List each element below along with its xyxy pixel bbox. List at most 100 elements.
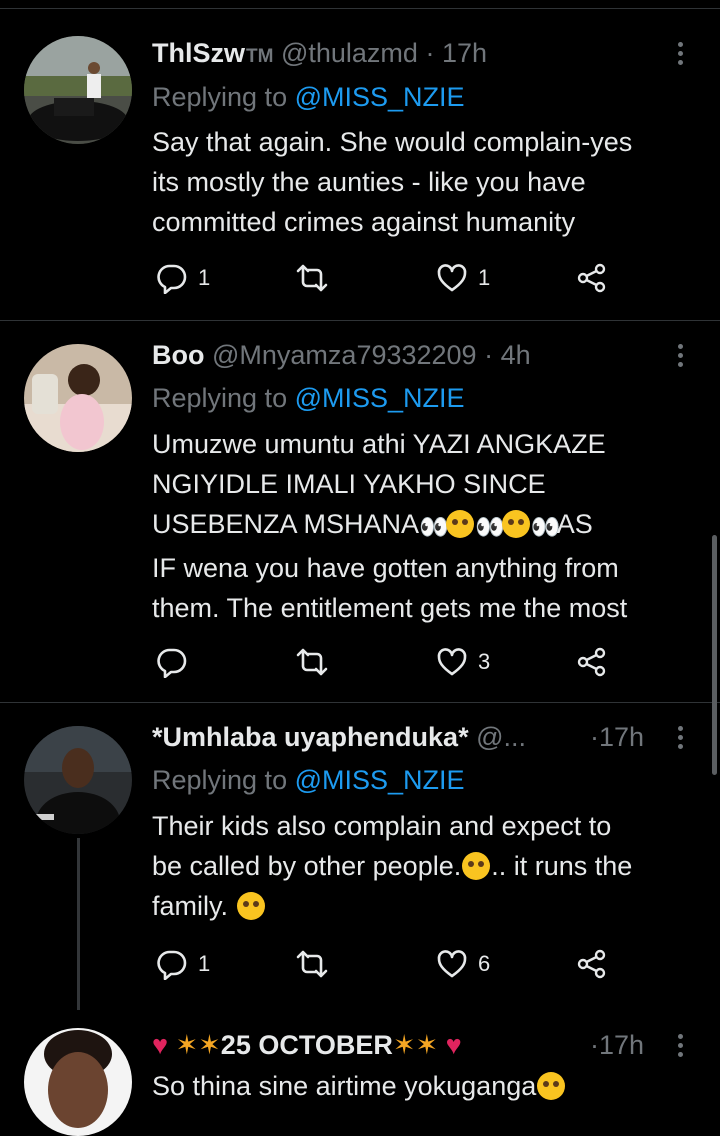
tweet-divider (0, 320, 720, 321)
separator-dot: · (590, 1030, 599, 1060)
replying-to: Replying to @MISS_NZIE (152, 381, 465, 415)
user-handle[interactable]: @Mnyamza79332209 (212, 340, 477, 370)
display-name-text: 25 OCTOBER (220, 1030, 393, 1060)
replying-prefix: Replying to (152, 765, 295, 795)
text-line: family. (152, 886, 702, 926)
timestamp-group: ·17h (590, 1028, 658, 1062)
share-button[interactable] (576, 258, 608, 298)
like-button[interactable]: 3 (436, 642, 490, 682)
retweet-button[interactable] (294, 642, 330, 682)
share-button[interactable] (576, 944, 608, 984)
user-handle[interactable]: @... (476, 722, 526, 752)
more-icon[interactable] (670, 36, 690, 70)
share-button[interactable] (576, 642, 608, 682)
display-name[interactable]: ThlSzw (152, 38, 245, 68)
like-count: 3 (478, 649, 491, 674)
reply-button[interactable] (156, 642, 198, 682)
action-bar: 3 (152, 642, 632, 682)
timestamp[interactable]: 4h (501, 340, 531, 370)
reply-icon (157, 950, 187, 980)
more-icon[interactable] (670, 1028, 690, 1062)
tweet-header: ThlSzwTM @thulazmd · 17h (152, 36, 690, 70)
like-button[interactable]: 6 (436, 944, 490, 984)
retweet-icon (296, 950, 328, 978)
mention-link[interactable]: @MISS_NZIE (295, 82, 465, 112)
like-icon (437, 950, 467, 978)
mention-link[interactable]: @MISS_NZIE (295, 383, 465, 413)
text-segment: family. (152, 891, 229, 921)
text-segment: .. it runs the (491, 851, 633, 881)
separator-dot: · (590, 722, 599, 752)
red-heart-emoji: ♥ (152, 1030, 169, 1060)
avatar[interactable] (24, 726, 132, 834)
tweet-text: Umuzwe umuntu athi YAZI ANGKAZE NGIYIDLE… (152, 424, 702, 628)
text-segment: be called by other people. (152, 851, 462, 881)
text-line: USEBENZA MSHANA👀 👀 👀AS (152, 504, 702, 548)
like-icon (437, 264, 467, 292)
tweet-divider (0, 702, 720, 703)
tweet-header: *Umhlaba uyaphenduka* @... (152, 720, 640, 754)
text-line: Their kids also complain and expect to (152, 811, 612, 841)
replying-prefix: Replying to (152, 383, 295, 413)
red-heart-emoji: ♥ (445, 1030, 462, 1060)
smirk-emoji (462, 852, 491, 880)
eyes-emoji: 👀 (419, 514, 449, 541)
like-count: 1 (478, 265, 491, 290)
like-button[interactable]: 1 (436, 258, 490, 298)
timestamp[interactable]: 17h (599, 722, 644, 752)
timestamp-group: ·17h (590, 720, 658, 754)
timestamp[interactable]: 17h (442, 38, 487, 68)
avatar[interactable] (24, 344, 132, 452)
rolling-eyes-emoji (501, 510, 530, 538)
retweet-button[interactable] (294, 258, 330, 298)
name-suffix: TM (246, 46, 274, 67)
share-icon (577, 949, 606, 979)
text-line: Umuzwe umuntu athi YAZI ANGKAZE (152, 429, 606, 459)
text-segment: USEBENZA MSHANA (152, 509, 420, 539)
display-name[interactable]: Boo (152, 340, 204, 370)
text-line: NGIYIDLE IMALI YAKHO SINCE (152, 469, 546, 499)
user-handle[interactable]: @thulazmd (281, 38, 418, 68)
tweet-text: Say that again. She would complain-yes i… (152, 127, 633, 237)
reply-button[interactable]: 1 (156, 258, 210, 298)
retweet-button[interactable] (294, 944, 330, 984)
share-icon (577, 647, 606, 677)
scrollbar[interactable] (712, 535, 717, 775)
separator-dot: · (425, 38, 435, 68)
replying-to: Replying to @MISS_NZIE (152, 763, 465, 797)
smirk-emoji (537, 1072, 566, 1100)
reply-icon (157, 648, 187, 678)
top-divider (0, 8, 720, 9)
party-popper-emoji: ✶✶ (175, 1030, 221, 1060)
display-name[interactable]: *Umhlaba uyaphenduka* (152, 722, 469, 752)
rolling-eyes-emoji (445, 510, 474, 538)
display-name[interactable]: ♥ ✶✶25 OCTOBER✶✶ ♥ (152, 1030, 462, 1060)
separator-dot: · (484, 340, 494, 370)
reply-button[interactable]: 1 (156, 944, 210, 984)
action-bar: 1 1 (152, 258, 632, 298)
tweet-text: So thina sine airtime yokuganga (152, 1066, 702, 1106)
text-line: be called by other people. .. it runs the (152, 846, 702, 886)
more-icon[interactable] (670, 720, 690, 754)
tweet-header: ♥ ✶✶25 OCTOBER✶✶ ♥ (152, 1028, 590, 1062)
like-icon (437, 648, 467, 676)
replying-prefix: Replying to (152, 82, 295, 112)
thread-connector (77, 838, 80, 1010)
retweet-icon (296, 648, 328, 676)
text-segment: AS (556, 509, 593, 539)
party-popper-emoji: ✶✶ (392, 1030, 439, 1060)
text-line: them. The entitlement gets me the most (152, 593, 628, 623)
retweet-icon (296, 264, 328, 292)
avatar[interactable] (24, 36, 132, 144)
like-count: 6 (478, 951, 491, 976)
tweet-header: Boo @Mnyamza79332209 · 4h (152, 338, 690, 372)
avatar[interactable] (24, 1028, 132, 1136)
reply-count: 1 (198, 951, 211, 976)
timestamp[interactable]: 17h (599, 1030, 644, 1060)
reply-count: 1 (198, 265, 211, 290)
rofl-emoji (236, 892, 265, 920)
more-icon[interactable] (670, 338, 690, 372)
eyes-emoji: 👀 (474, 514, 505, 541)
mention-link[interactable]: @MISS_NZIE (295, 765, 465, 795)
eyes-emoji: 👀 (530, 514, 561, 541)
